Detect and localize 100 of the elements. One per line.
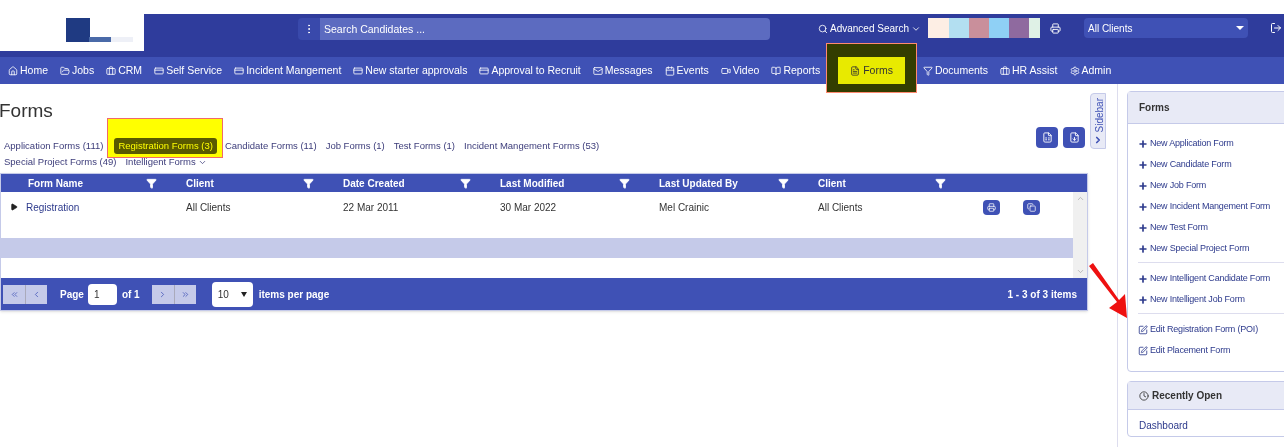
logout-icon[interactable] xyxy=(1270,22,1282,34)
chevron-icon xyxy=(1093,135,1103,145)
column-header[interactable]: Date Created xyxy=(343,175,405,191)
table-cell-text: 22 Mar 2011 xyxy=(343,200,399,215)
card-icon xyxy=(479,65,490,76)
form-tab[interactable]: Special Project Forms (49) xyxy=(4,154,117,170)
nav-item[interactable]: Self Service xyxy=(148,57,229,84)
calendar-icon xyxy=(664,65,675,76)
nav-item[interactable]: Events xyxy=(658,57,715,84)
table-cell-text: 30 Mar 2022 xyxy=(500,200,557,215)
next-page-button[interactable] xyxy=(151,284,174,304)
page-size-select[interactable]: 10 xyxy=(211,281,253,307)
nav-item[interactable]: Home xyxy=(2,57,54,84)
document-icon xyxy=(1068,132,1080,143)
previous-icon xyxy=(32,289,41,299)
form-tab[interactable]: Candidate Forms (11) xyxy=(224,138,317,154)
nav-item[interactable]: Approval to Recruit xyxy=(473,57,587,84)
nav-item[interactable]: Video xyxy=(714,57,766,84)
form-tab[interactable]: Intelligent Forms xyxy=(125,154,207,170)
card-icon xyxy=(234,65,245,76)
panel-title: Forms xyxy=(1128,92,1284,124)
filter-icon[interactable] xyxy=(146,177,157,189)
nav-item[interactable]: Reports xyxy=(765,57,827,84)
sidebar-link[interactable]: New Test Form xyxy=(1138,217,1284,238)
sidebar-link[interactable]: New Job Form xyxy=(1138,175,1284,196)
briefcase-icon xyxy=(1000,65,1010,76)
table-cell-text: Mel Crainic xyxy=(659,200,709,215)
filter-icon[interactable] xyxy=(460,177,471,189)
sidebar-link[interactable]: New Incident Mangement Form xyxy=(1138,196,1284,217)
column-header[interactable]: Form Name xyxy=(28,175,83,191)
items-per-page-label: items per page xyxy=(258,287,330,302)
plus-icon xyxy=(1138,180,1148,191)
table-cell-text: Registration xyxy=(26,200,80,215)
nav-item[interactable]: New starter approvals xyxy=(347,57,474,84)
pdf-export-button[interactable] xyxy=(1063,127,1085,148)
card-icon xyxy=(154,65,165,76)
plus-icon xyxy=(1138,273,1148,284)
print-icon xyxy=(987,202,996,212)
sidebar-link[interactable]: Edit Placement Form xyxy=(1138,340,1284,361)
nav-item[interactable]: Jobs xyxy=(54,57,101,84)
client-select[interactable]: All Clients xyxy=(1084,18,1248,38)
page-count: of 1 xyxy=(121,287,140,302)
search-field[interactable]: Search Candidates ... xyxy=(320,18,770,40)
table-cell-text: All Clients xyxy=(818,200,863,215)
sidebar-tab[interactable]: Sidebar xyxy=(1090,93,1106,149)
filter-icon[interactable] xyxy=(619,177,630,189)
nav-item[interactable]: Messages xyxy=(586,57,659,84)
form-tab[interactable]: Job Forms (1) xyxy=(325,138,385,154)
nav-item[interactable]: Admin xyxy=(1063,57,1118,84)
mail-icon xyxy=(592,65,603,76)
copy-button[interactable] xyxy=(1023,199,1040,215)
file-icon xyxy=(850,65,861,76)
expand-icon[interactable] xyxy=(10,203,18,211)
form-tab[interactable]: Registration Forms (3) xyxy=(114,138,217,154)
page-label: Page xyxy=(60,287,84,302)
nav-item[interactable]: Forms xyxy=(838,57,905,84)
book-icon xyxy=(771,65,782,76)
form-tab[interactable]: Test Forms (1) xyxy=(393,138,455,154)
print-icon[interactable] xyxy=(1050,23,1061,34)
filter-icon[interactable] xyxy=(935,177,946,189)
video-icon xyxy=(720,65,731,76)
sidebar-link[interactable]: New Candidate Form xyxy=(1138,154,1284,175)
plus-icon xyxy=(1138,222,1148,233)
sidebar-link[interactable]: New Special Project Form xyxy=(1138,238,1284,259)
nav-item[interactable]: CRM xyxy=(100,57,149,84)
briefcase-icon xyxy=(106,65,117,76)
last-page-icon xyxy=(180,289,190,299)
form-tab[interactable]: Incident Mangement Forms (53) xyxy=(464,138,600,154)
nav-item[interactable]: Incident Mangement xyxy=(228,57,348,84)
home-icon xyxy=(8,65,18,76)
filter-icon[interactable] xyxy=(778,177,789,189)
advanced-search-button[interactable]: Advanced Search xyxy=(818,21,921,36)
column-header[interactable]: Last Modified xyxy=(500,175,565,191)
edit-icon xyxy=(1138,324,1148,335)
first-page-button[interactable] xyxy=(3,284,25,304)
last-page-button[interactable] xyxy=(173,284,196,304)
excel-export-button[interactable] xyxy=(1036,127,1058,148)
print-button[interactable] xyxy=(983,199,1000,215)
arrow-annotation xyxy=(1087,262,1129,320)
plus-icon xyxy=(1138,159,1148,170)
previous-page-button[interactable] xyxy=(25,284,47,304)
page-field[interactable]: 1 xyxy=(87,283,117,305)
sidebar-link[interactable]: Edit Registration Form (POI) xyxy=(1138,319,1284,340)
sidebar-link[interactable]: New Intelligent Job Form xyxy=(1138,289,1284,310)
filter-icon[interactable] xyxy=(303,177,314,189)
items-summary: 1 - 3 of 3 items xyxy=(1007,287,1077,302)
table-cell-text: All Clients xyxy=(186,200,231,215)
copy-icon xyxy=(1027,202,1036,212)
sidebar-link[interactable]: New Intelligent Candidate Form xyxy=(1138,268,1284,289)
nav-item[interactable]: Documents xyxy=(916,57,994,84)
form-tab[interactable]: Application Forms (111) xyxy=(4,138,104,154)
nav-item[interactable]: HR Assist xyxy=(994,57,1064,84)
recent-link[interactable]: Dashboard xyxy=(1139,418,1273,436)
column-header[interactable]: Client xyxy=(186,175,214,191)
filter-icon xyxy=(922,65,933,76)
card-icon xyxy=(353,65,364,76)
column-header[interactable]: Last Updated By xyxy=(659,175,738,191)
column-header[interactable]: Client xyxy=(818,175,846,191)
sidebar-link[interactable]: New Application Form xyxy=(1138,133,1284,154)
clock-icon xyxy=(1139,390,1149,401)
